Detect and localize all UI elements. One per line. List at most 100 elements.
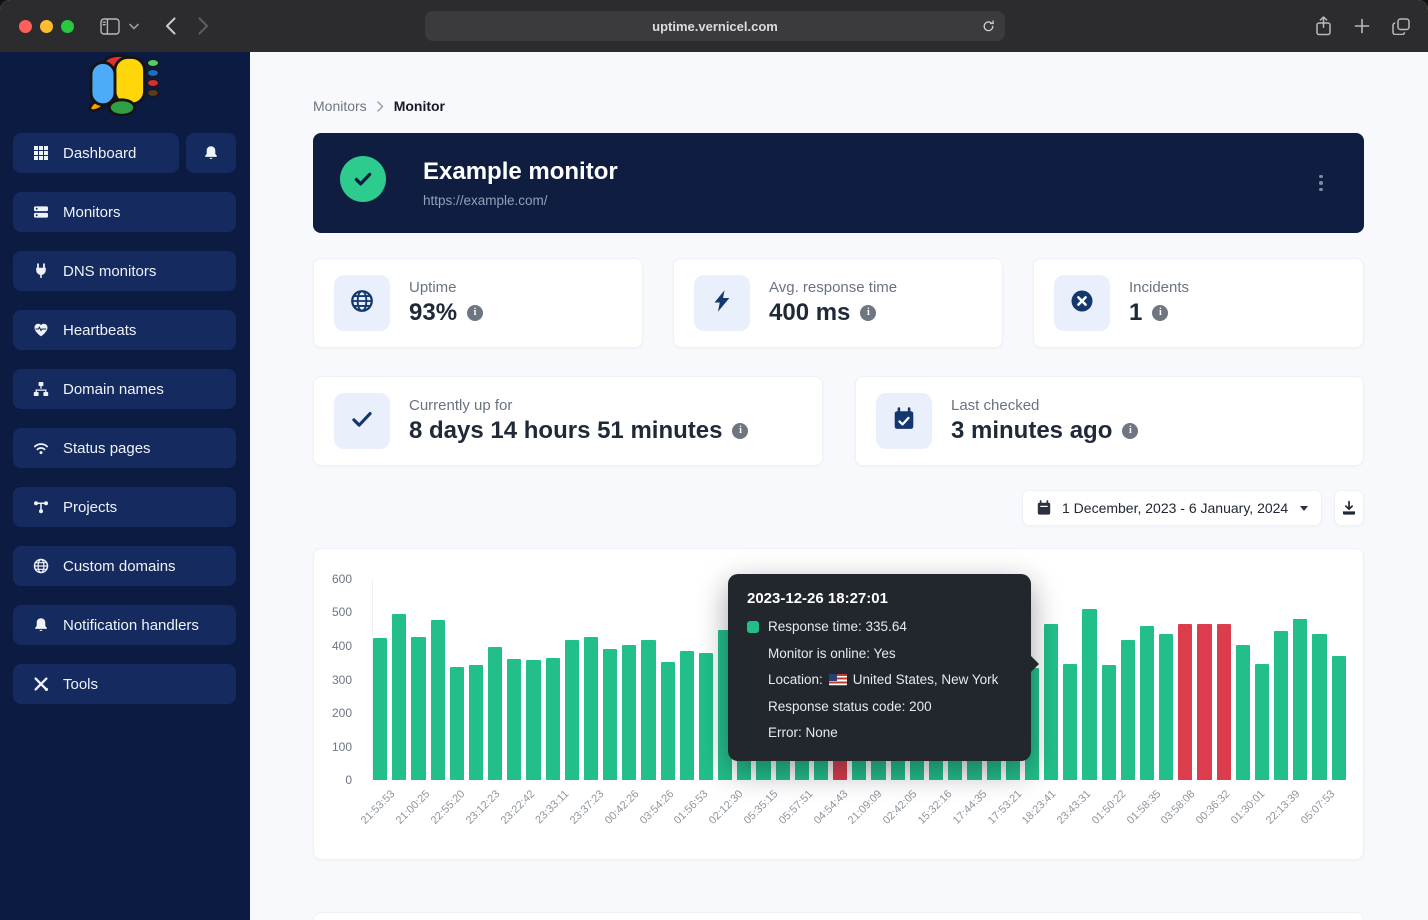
bar[interactable] <box>431 620 445 780</box>
address-bar[interactable]: uptime.vernicel.com <box>425 11 1005 41</box>
share-icon[interactable] <box>1315 16 1332 36</box>
info-icon[interactable] <box>1122 423 1138 439</box>
bar[interactable] <box>1121 640 1135 780</box>
close-window-button[interactable] <box>19 20 32 33</box>
zoom-window-button[interactable] <box>61 20 74 33</box>
logo-dots-icon <box>147 59 159 97</box>
bar[interactable] <box>622 645 636 780</box>
x-tick-label: 21:09:09 <box>846 788 885 827</box>
bar-incident[interactable] <box>1217 624 1231 780</box>
date-range-picker[interactable]: 1 December, 2023 - 6 January, 2024 <box>1022 490 1322 526</box>
sidebar-item-dashboard[interactable]: Dashboard <box>13 133 179 173</box>
bar[interactable] <box>392 614 406 780</box>
next-section-card <box>313 912 1364 920</box>
reload-icon[interactable] <box>981 18 996 34</box>
bell-icon <box>203 145 219 161</box>
calendar-icon <box>1036 500 1052 516</box>
minimize-window-button[interactable] <box>40 20 53 33</box>
bar[interactable] <box>1159 634 1173 780</box>
sidebar-item-label: Dashboard <box>63 145 136 162</box>
sidebar-item-tools[interactable]: Tools <box>13 664 236 704</box>
bar[interactable] <box>1102 665 1116 780</box>
forward-button[interactable] <box>198 17 209 35</box>
bar[interactable] <box>1332 656 1346 780</box>
sidebar-item-projects[interactable]: Projects <box>13 487 236 527</box>
bar[interactable] <box>507 659 521 780</box>
stat-icon-tile <box>1054 275 1110 331</box>
bar[interactable] <box>1044 624 1058 780</box>
info-icon[interactable] <box>860 305 876 321</box>
sitemap-icon <box>33 381 49 397</box>
bar[interactable] <box>584 637 598 780</box>
sidebar-item-status-pages[interactable]: Status pages <box>13 428 236 468</box>
breadcrumb-monitors-link[interactable]: Monitors <box>313 98 367 114</box>
bar[interactable] <box>680 651 694 780</box>
bar[interactable] <box>1236 645 1250 780</box>
x-tick-label: 23:12:23 <box>463 788 502 827</box>
download-icon <box>1341 500 1357 516</box>
x-tick-label: 04:54:43 <box>811 788 850 827</box>
bar-incident[interactable] <box>1178 624 1192 780</box>
bar[interactable] <box>1255 664 1269 780</box>
stat-value-text: 8 days 14 hours 51 minutes <box>409 417 722 445</box>
notifications-button[interactable] <box>186 133 236 173</box>
info-icon[interactable] <box>732 423 748 439</box>
window-controls <box>19 20 74 33</box>
bar[interactable] <box>699 653 713 780</box>
x-tick-label: 21:00:25 <box>394 788 433 827</box>
tooltip-row: Response time: 335.64 <box>747 614 1012 641</box>
x-tick-label: 21:53:53 <box>359 788 398 827</box>
grid-icon <box>33 145 49 161</box>
bar-incident[interactable] <box>1197 624 1211 780</box>
x-tick-label: 15:32:16 <box>916 788 955 827</box>
bar[interactable] <box>641 640 655 780</box>
bar[interactable] <box>546 658 560 780</box>
info-icon[interactable] <box>467 305 483 321</box>
sidebar-item-monitors[interactable]: Monitors <box>13 192 236 232</box>
sidebar-item-notification-handlers[interactable]: Notification handlers <box>13 605 236 645</box>
stat-value: 8 days 14 hours 51 minutes <box>409 417 748 445</box>
bolt-icon <box>710 289 734 318</box>
x-tick-label: 03:58:08 <box>1159 788 1198 827</box>
back-button[interactable] <box>165 17 176 35</box>
stat-value: 400 ms <box>769 299 897 327</box>
bar[interactable] <box>1312 634 1326 780</box>
stat-card-uptime: Uptime93% <box>313 258 643 348</box>
stat-card-currently-up-for: Currently up for8 days 14 hours 51 minut… <box>313 376 823 466</box>
bar[interactable] <box>603 649 617 780</box>
bar[interactable] <box>373 638 387 780</box>
bar[interactable] <box>1274 631 1288 780</box>
bar[interactable] <box>661 662 675 780</box>
bar[interactable] <box>469 665 483 780</box>
download-report-button[interactable] <box>1334 490 1364 526</box>
sidebar-item-dns-monitors[interactable]: DNS monitors <box>13 251 236 291</box>
x-tick-label: 22:13:39 <box>1264 788 1303 827</box>
stat-icon-tile <box>334 275 390 331</box>
new-tab-icon[interactable] <box>1354 18 1370 34</box>
chart-tooltip: 2023-12-26 18:27:01 Response time: 335.6… <box>728 574 1031 761</box>
sidebar-toggle-icon[interactable] <box>100 18 120 35</box>
bar[interactable] <box>526 660 540 780</box>
bar[interactable] <box>1293 619 1307 780</box>
tab-overview-icon[interactable] <box>1392 18 1410 35</box>
sidebar-item-heartbeats[interactable]: Heartbeats <box>13 310 236 350</box>
monitor-menu-button[interactable] <box>1312 166 1330 200</box>
bar[interactable] <box>1140 626 1154 780</box>
stat-value-text: 93% <box>409 299 457 327</box>
bar[interactable] <box>565 640 579 780</box>
bar[interactable] <box>411 637 425 780</box>
sidebar-item-domain-names[interactable]: Domain names <box>13 369 236 409</box>
bar[interactable] <box>1082 609 1096 780</box>
tooltip-title: 2023-12-26 18:27:01 <box>747 590 1012 607</box>
bar[interactable] <box>1063 664 1077 780</box>
breadcrumb-current: Monitor <box>394 98 445 114</box>
sidebar-caret-icon[interactable] <box>129 23 139 30</box>
stat-card-avg-response-time: Avg. response time400 ms <box>673 258 1003 348</box>
info-icon[interactable] <box>1152 305 1168 321</box>
us-flag-icon <box>829 674 847 686</box>
bar[interactable] <box>450 667 464 780</box>
bar[interactable] <box>488 647 502 780</box>
sidebar-item-custom-domains[interactable]: Custom domains <box>13 546 236 586</box>
browser-toolbar: uptime.vernicel.com <box>0 0 1428 52</box>
share-nodes-icon <box>33 499 49 515</box>
